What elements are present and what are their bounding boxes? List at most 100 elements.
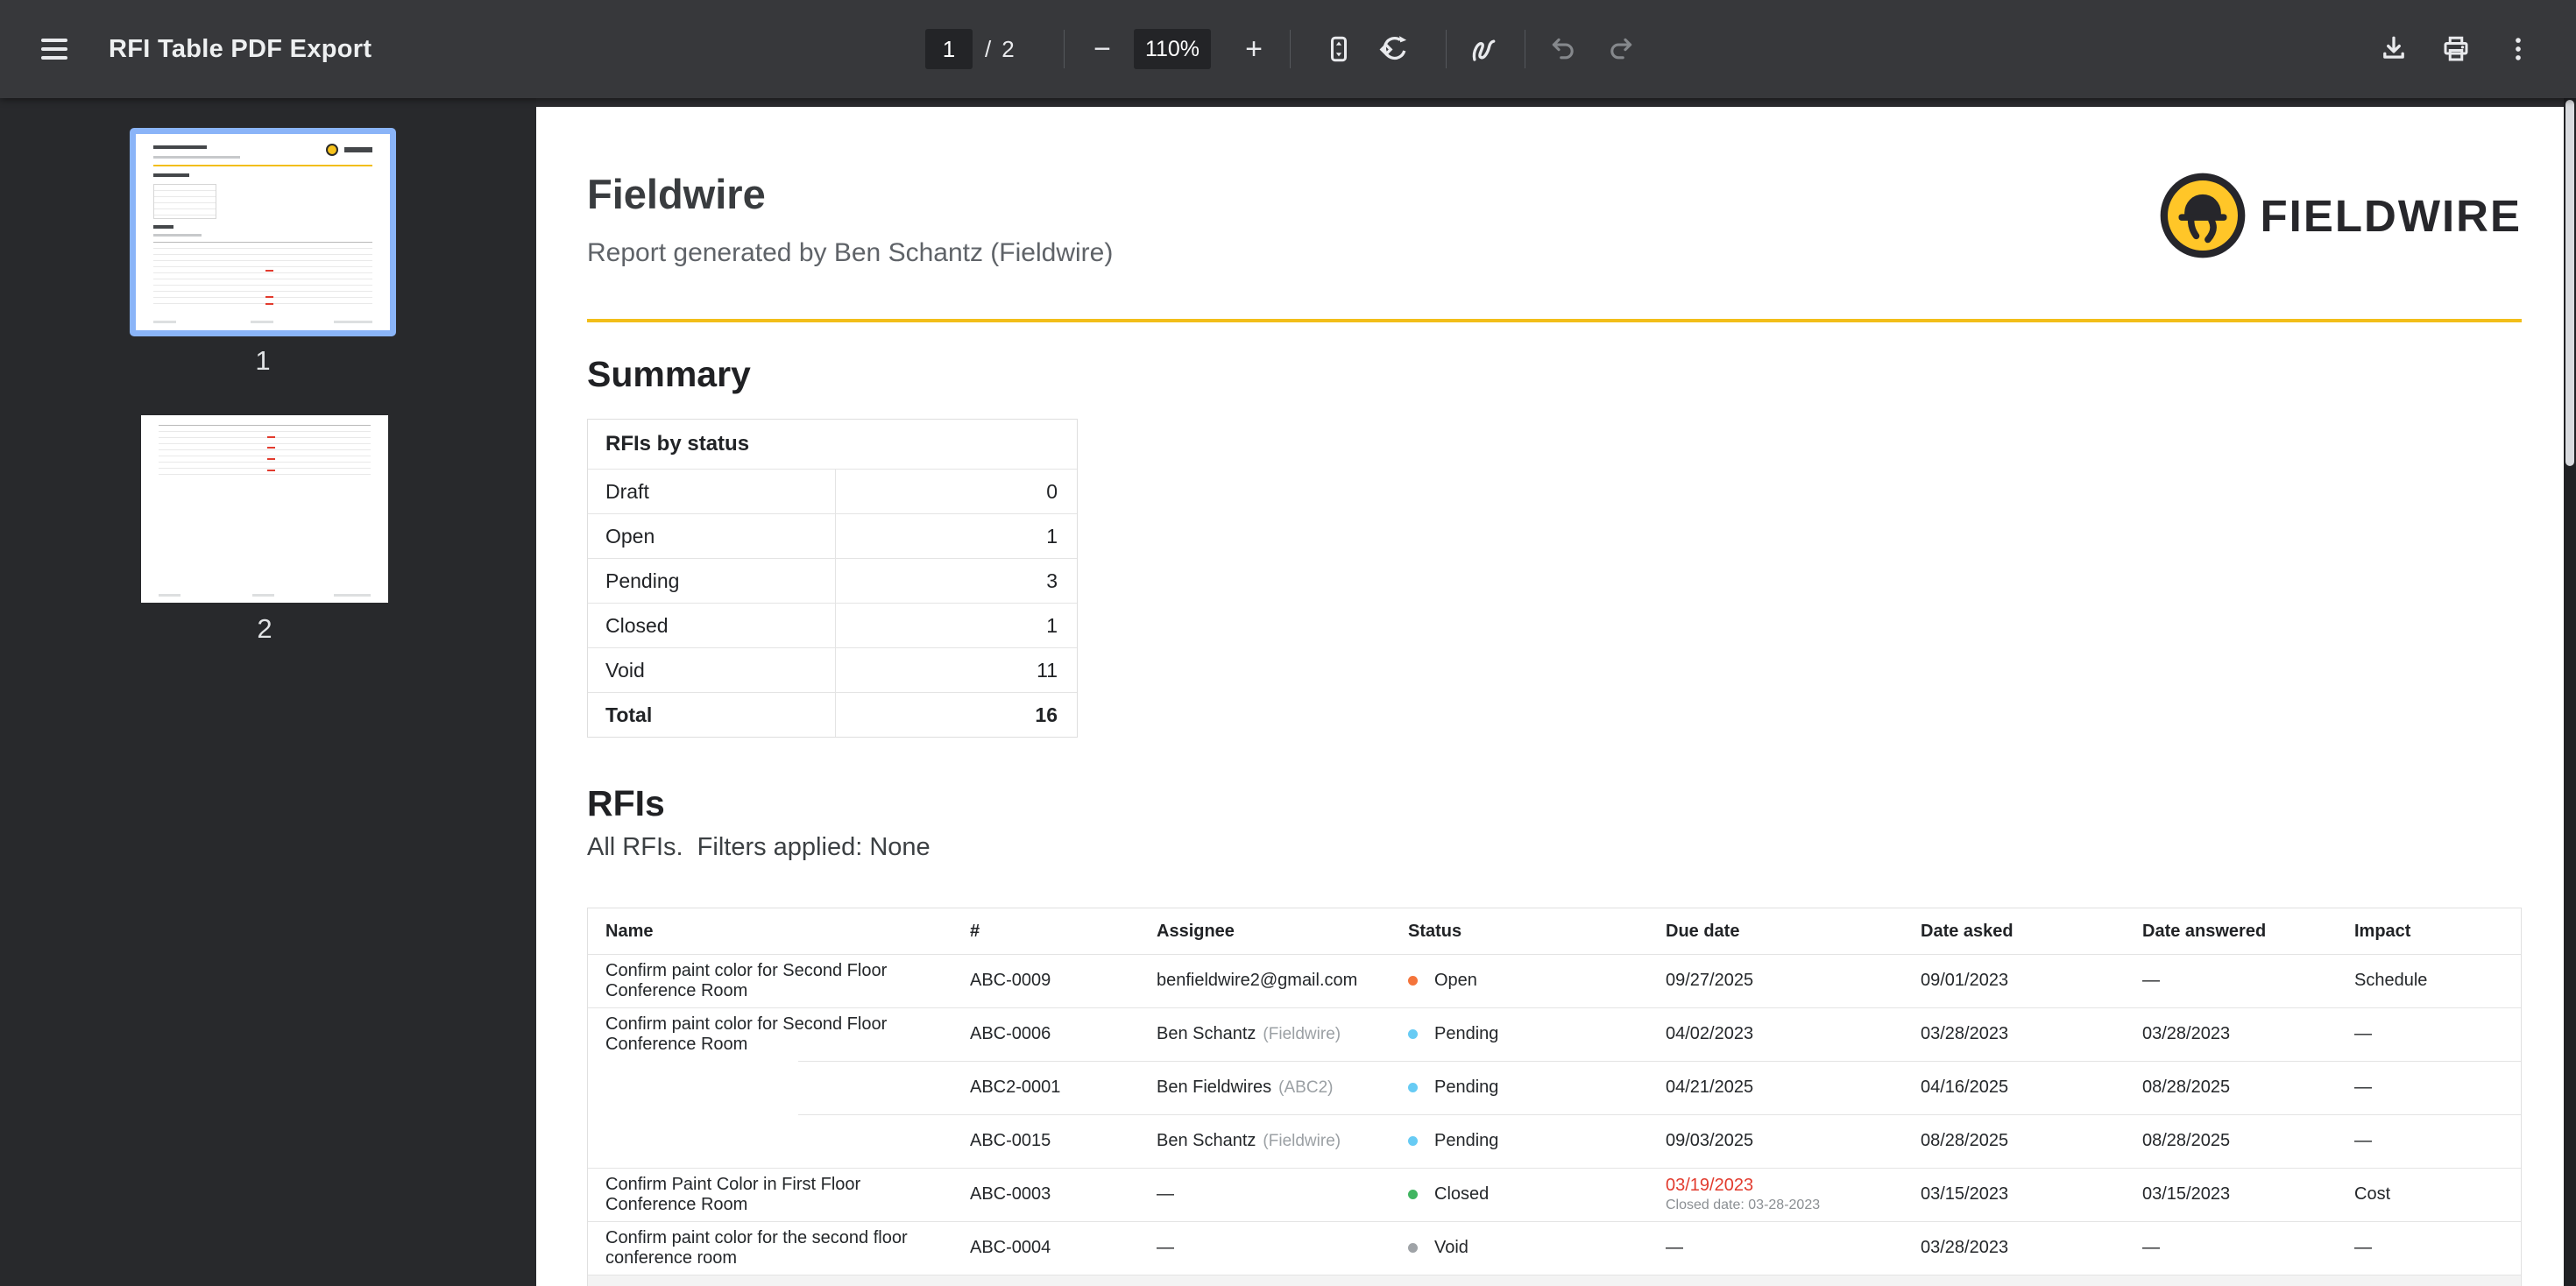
- thumbnail-2-label: 2: [141, 613, 388, 645]
- hamburger-menu-icon: [41, 39, 67, 60]
- summary-row: Closed1: [588, 603, 1077, 647]
- fieldwire-logo: FIELDWIRE: [2159, 172, 2522, 259]
- rfis-table-body: Confirm paint color for Second Floor Con…: [588, 954, 2521, 1275]
- download-icon: [2378, 33, 2410, 65]
- thumbnail-sidebar: 1 2: [0, 98, 536, 1286]
- page-divider: /: [985, 36, 991, 63]
- rfis-table-header: Name#AssigneeStatusDue dateDate askedDat…: [588, 908, 2521, 954]
- annotate-button[interactable]: [1461, 26, 1506, 72]
- rfi-impact: —: [2354, 1221, 2521, 1275]
- rfi-status: Closed: [1408, 1168, 1666, 1221]
- rfi-name: [588, 1061, 970, 1114]
- rfi-assignee: Ben Fieldwires(ABC2): [1157, 1061, 1408, 1114]
- rfi-impact: —: [2354, 1114, 2521, 1168]
- rfi-date-answered: —: [2142, 1221, 2354, 1275]
- summary-status-label: Total: [588, 693, 835, 737]
- rfi-status: Pending: [1408, 1114, 1666, 1168]
- rfi-assignee: benfieldwire2@gmail.com: [1157, 954, 1408, 1007]
- status-dot-icon: [1408, 1083, 1418, 1092]
- rfi-name: Confirm Paint Color in First Floor Confe…: [588, 1168, 970, 1221]
- pdf-viewer-window: RFI Table PDF Export 1 / 2 − 110% +: [0, 0, 2576, 1286]
- download-button[interactable]: [2371, 26, 2417, 72]
- redo-button[interactable]: [1598, 26, 1644, 72]
- rfi-impact: Cost: [2354, 1168, 2521, 1221]
- rfi-row: Confirm Paint Color in First Floor Confe…: [588, 1168, 2521, 1221]
- fieldwire-hardhat-worker-icon: [2159, 172, 2247, 259]
- rfi-name: [588, 1114, 970, 1168]
- thumbnail-1-preview: [136, 134, 390, 330]
- rfi-due-date: 09/27/2025: [1666, 954, 1921, 1007]
- summary-status-count: 1: [835, 604, 1077, 647]
- column-header: Date asked: [1921, 908, 2142, 954]
- rfi-assignee-org: (Fieldwire): [1263, 1025, 1341, 1044]
- rfi-row: ABC2-0001Ben Fieldwires(ABC2)Pending04/2…: [588, 1061, 2521, 1114]
- undo-button[interactable]: [1540, 26, 1586, 72]
- summary-status-count: 16: [835, 693, 1077, 737]
- rfi-date-answered: 08/28/2025: [2142, 1061, 2354, 1114]
- rfi-date-asked: 03/28/2023: [1921, 1221, 2142, 1275]
- column-header: #: [970, 908, 1157, 954]
- fit-to-page-icon: [1323, 33, 1355, 65]
- rfi-name: Confirm paint color for Second Floor Con…: [588, 1007, 970, 1061]
- summary-status-label: Void: [588, 648, 835, 692]
- rfi-assignee: Ben Schantz(Fieldwire): [1157, 1007, 1408, 1061]
- rfi-assignee: Ben Schantz(Fieldwire): [1157, 1114, 1408, 1168]
- more-options-button[interactable]: [2495, 26, 2541, 72]
- rfi-row: Confirm paint color for the second floor…: [588, 1221, 2521, 1275]
- status-dot-icon: [1408, 1136, 1418, 1146]
- status-dot-icon: [1408, 1029, 1418, 1039]
- summary-status-label: Open: [588, 514, 835, 558]
- scrollbar-thumb[interactable]: [2565, 100, 2574, 466]
- undo-arrow-icon: [1548, 34, 1578, 64]
- printer-icon: [2440, 33, 2472, 65]
- fit-to-page-button[interactable]: [1316, 26, 1362, 72]
- rotate-button[interactable]: [1372, 26, 1418, 72]
- page-count: / 2: [985, 0, 1015, 98]
- summary-status-label: Draft: [588, 470, 835, 513]
- report-subtitle: Report generated by Ben Schantz (Fieldwi…: [587, 238, 1113, 268]
- rfi-due-date: —: [1666, 1221, 1921, 1275]
- rfi-number: ABC-0015: [970, 1114, 1157, 1168]
- column-header: Impact: [2354, 908, 2521, 954]
- column-header: Name: [588, 908, 970, 954]
- zoom-out-button[interactable]: −: [1079, 26, 1125, 72]
- thumbnail-page-2[interactable]: [141, 415, 388, 603]
- page-total: 2: [1001, 36, 1014, 63]
- thumbnail-page-1[interactable]: [130, 128, 396, 336]
- summary-row: Void11: [588, 647, 1077, 692]
- summary-status-label: Pending: [588, 559, 835, 603]
- rfis-heading: RFIs: [587, 783, 665, 824]
- rfi-status: Void: [1408, 1221, 1666, 1275]
- print-button[interactable]: [2433, 26, 2479, 72]
- summary-status-count: 0: [835, 470, 1077, 513]
- zoom-level-input[interactable]: 110%: [1134, 29, 1211, 69]
- toolbar-separator: [1446, 30, 1447, 68]
- rfi-date-answered: 08/28/2025: [2142, 1114, 2354, 1168]
- toolbar-separator: [1064, 30, 1065, 68]
- minus-icon: −: [1093, 32, 1111, 67]
- zoom-in-button[interactable]: +: [1231, 26, 1277, 72]
- column-header: Assignee: [1157, 908, 1408, 954]
- rfi-assignee-org: (Fieldwire): [1263, 1132, 1341, 1151]
- next-row-partial: [588, 1275, 2521, 1286]
- document-title: RFI Table PDF Export: [109, 0, 372, 98]
- column-header: Date answered: [2142, 908, 2354, 954]
- report-title: Fieldwire: [587, 170, 766, 218]
- menu-button[interactable]: [32, 26, 77, 72]
- pdf-page-1: Fieldwire Report generated by Ben Schant…: [536, 107, 2565, 1286]
- kebab-menu-icon: [2503, 34, 2533, 64]
- rfi-status: Open: [1408, 954, 1666, 1007]
- fieldwire-wordmark: FIELDWIRE: [2261, 190, 2522, 242]
- summary-table-title: RFIs by status: [588, 420, 1077, 469]
- page-number-input[interactable]: 1: [925, 29, 973, 69]
- rfi-date-answered: 03/15/2023: [2142, 1168, 2354, 1221]
- status-dot-icon: [1408, 1243, 1418, 1253]
- ink-annotation-pen-icon: [1467, 32, 1500, 66]
- rfi-due-date: 04/02/2023: [1666, 1007, 1921, 1061]
- summary-table: RFIs by status Draft0Open1Pending3Closed…: [587, 419, 1078, 738]
- rfi-assignee-org: (ABC2): [1278, 1078, 1333, 1098]
- rfi-closed-date-note: Closed date: 03-28-2023: [1666, 1198, 1820, 1213]
- rfi-name: Confirm paint color for Second Floor Con…: [588, 954, 970, 1007]
- rfi-impact: —: [2354, 1061, 2521, 1114]
- rfi-row: Confirm paint color for Second Floor Con…: [588, 1007, 2521, 1061]
